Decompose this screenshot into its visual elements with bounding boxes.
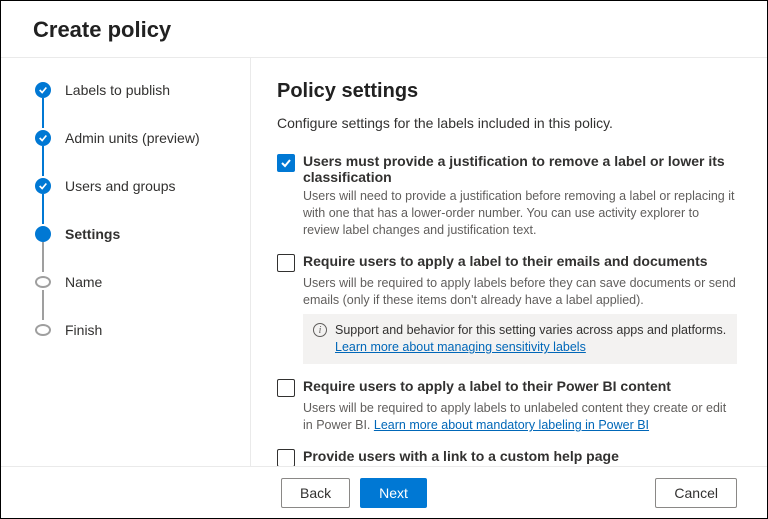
option-desc: Users will be required to apply labels t…: [303, 400, 737, 434]
option-desc: Users will be required to apply labels b…: [303, 275, 737, 309]
notice-text: Support and behavior for this setting va…: [335, 323, 726, 337]
info-icon: i: [313, 323, 327, 337]
checkbox-mandatory-email-doc[interactable]: [277, 254, 295, 272]
pending-step-icon: [35, 276, 51, 288]
wizard-step-finish[interactable]: Finish: [35, 320, 250, 340]
wizard-step-users-groups[interactable]: Users and groups: [35, 176, 250, 196]
step-label: Users and groups: [65, 178, 176, 194]
option-custom-help: Provide users with a link to a custom he…: [277, 448, 737, 468]
step-label: Name: [65, 274, 102, 290]
wizard-step-admin-units[interactable]: Admin units (preview): [35, 128, 250, 148]
current-step-icon: [35, 226, 51, 242]
step-label: Labels to publish: [65, 82, 170, 98]
step-label: Admin units (preview): [65, 130, 200, 146]
next-button[interactable]: Next: [360, 478, 427, 508]
main-panel: Policy settings Configure settings for t…: [251, 58, 767, 468]
page-header: Create policy: [1, 1, 767, 57]
step-label: Finish: [65, 322, 102, 338]
link-powerbi-labeling[interactable]: Learn more about mandatory labeling in P…: [374, 418, 649, 432]
checkbox-mandatory-powerbi[interactable]: [277, 379, 295, 397]
step-label: Settings: [65, 226, 120, 242]
pending-step-icon: [35, 324, 51, 336]
step-connector: [42, 194, 44, 224]
option-mandatory-powerbi: Require users to apply a label to their …: [277, 378, 737, 434]
checkmark-icon: [35, 82, 51, 98]
step-connector: [42, 242, 44, 272]
option-title: Require users to apply a label to their …: [303, 253, 708, 269]
checkbox-justification[interactable]: [277, 154, 295, 172]
option-title: Users must provide a justification to re…: [303, 153, 737, 185]
wizard-step-labels[interactable]: Labels to publish: [35, 80, 250, 100]
option-desc: Users will need to provide a justificati…: [303, 188, 737, 239]
page-title: Create policy: [33, 17, 767, 43]
page-body: Labels to publish Admin units (preview) …: [1, 58, 767, 468]
back-button[interactable]: Back: [281, 478, 350, 508]
panel-heading: Policy settings: [277, 80, 737, 103]
wizard-footer: Back Next Cancel: [1, 466, 767, 518]
wizard-sidebar: Labels to publish Admin units (preview) …: [1, 58, 251, 468]
notice-banner: i Support and behavior for this setting …: [303, 314, 737, 364]
checkbox-custom-help[interactable]: [277, 449, 295, 467]
option-mandatory-email-doc: Require users to apply a label to their …: [277, 253, 737, 365]
wizard-step-name[interactable]: Name: [35, 272, 250, 292]
step-connector: [42, 98, 44, 128]
step-connector: [42, 290, 44, 320]
option-title: Provide users with a link to a custom he…: [303, 448, 619, 464]
wizard-step-settings[interactable]: Settings: [35, 224, 250, 244]
checkmark-icon: [35, 130, 51, 146]
checkmark-icon: [35, 178, 51, 194]
option-title: Require users to apply a label to their …: [303, 378, 671, 394]
panel-subtitle: Configure settings for the labels includ…: [277, 115, 737, 131]
cancel-button[interactable]: Cancel: [655, 478, 737, 508]
step-connector: [42, 146, 44, 176]
option-justification: Users must provide a justification to re…: [277, 153, 737, 239]
link-sensitivity-labels[interactable]: Learn more about managing sensitivity la…: [335, 340, 586, 354]
